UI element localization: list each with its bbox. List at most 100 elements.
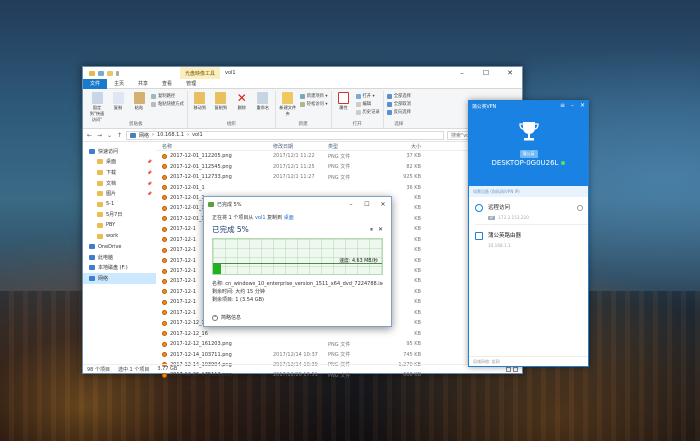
vpn-badge: 蒲公英 xyxy=(519,150,538,158)
properties-icon[interactable] xyxy=(98,70,104,76)
copy-details: 名称: cn_windows_10_enterprise_version_151… xyxy=(204,275,391,304)
tab-manage[interactable]: 管理 xyxy=(179,79,203,89)
copy-button[interactable]: 复制 xyxy=(109,92,127,111)
destination-link[interactable]: 桌面 xyxy=(284,215,294,221)
minimize-button[interactable]: – xyxy=(571,102,574,109)
sidebar-item[interactable]: 此电脑 xyxy=(83,252,156,263)
fewer-details-toggle[interactable]: ⌃ 简略信息 xyxy=(212,314,241,321)
delete-button[interactable]: ✕ 删除 xyxy=(233,92,251,111)
breadcrumb-folder[interactable]: vol1 xyxy=(192,132,203,138)
column-type[interactable]: 类型 xyxy=(328,143,383,150)
maximize-button[interactable]: ☐ xyxy=(359,201,375,208)
breadcrumb-host[interactable]: 10.168.1.1 xyxy=(157,132,184,138)
breadcrumb-network[interactable]: 网络 xyxy=(139,132,149,139)
sidebar-item[interactable]: OneDrive xyxy=(83,241,156,252)
close-button[interactable]: ✕ xyxy=(580,102,585,109)
back-arrow-icon[interactable]: ← xyxy=(86,132,93,139)
folder-icon xyxy=(97,191,103,197)
select-all-button[interactable]: 全部选择 xyxy=(386,93,411,99)
address-bar[interactable]: 网络 › 10.168.1.1 › vol1 xyxy=(126,130,444,140)
pause-button[interactable]: ⏸ xyxy=(370,226,373,234)
large-icons-view-icon[interactable] xyxy=(513,366,518,372)
pin-icon[interactable]: 📌 xyxy=(147,181,152,186)
new-folder-button[interactable]: 新建文件夹 xyxy=(279,92,297,117)
sidebar-item[interactable]: PBY xyxy=(83,220,156,231)
details-view-icon[interactable] xyxy=(506,366,511,372)
pin-quick-access-button[interactable]: 固定到"快速访问" xyxy=(88,92,106,123)
pin-icon[interactable]: 📌 xyxy=(147,170,152,175)
tab-file[interactable]: 文件 xyxy=(83,78,108,89)
minimize-button[interactable]: – xyxy=(343,201,359,208)
copy-percent: 已完成 5% xyxy=(212,225,249,234)
column-size[interactable]: 大小 xyxy=(383,143,421,150)
move-to-button[interactable]: 移动到 xyxy=(191,92,209,111)
sidebar-item[interactable]: 本地磁盘 (F:) xyxy=(83,263,156,274)
vpn-item-remote-access[interactable]: 远程访问 IP 172.3.153.220 xyxy=(469,197,588,224)
pin-icon[interactable]: 📌 xyxy=(147,191,152,196)
select-none-button[interactable]: 全部取消 xyxy=(386,101,411,107)
file-name-line: 名称: cn_windows_10_enterprise_version_151… xyxy=(212,281,383,287)
open-button[interactable]: 打开 ▾ xyxy=(355,93,380,99)
paste-shortcut-icon xyxy=(151,101,156,107)
minimize-button[interactable]: – xyxy=(450,67,474,79)
png-file-icon xyxy=(162,278,167,284)
sidebar-item[interactable]: 快速访问 xyxy=(83,146,156,157)
chevron-down-icon[interactable] xyxy=(116,70,119,76)
ribbon-tabs: 文件 主页 共享 查看 管理 xyxy=(83,78,522,89)
sidebar-item[interactable]: 下载 📌 xyxy=(83,167,156,178)
column-date[interactable]: 修改日期 xyxy=(273,143,328,150)
sidebar-item[interactable]: work xyxy=(83,231,156,242)
folder-icon xyxy=(97,180,103,186)
paste-shortcut-button[interactable]: 粘贴快捷方式 xyxy=(151,101,184,107)
source-link[interactable]: vol1 xyxy=(255,215,266,221)
cancel-button[interactable]: ✕ xyxy=(378,226,383,234)
vpn-item-router[interactable]: 蒲公英路由器 10.168.1.1 xyxy=(469,225,588,252)
toggle-icon[interactable] xyxy=(577,205,583,211)
folder-icon xyxy=(89,265,95,271)
sidebar-item[interactable]: 文档 📌 xyxy=(83,178,156,189)
new-folder-icon[interactable] xyxy=(107,70,113,76)
copy-to-button[interactable]: 复制到 xyxy=(212,92,230,111)
history-button[interactable]: 历史记录 xyxy=(355,109,380,115)
new-folder-icon xyxy=(282,92,294,104)
png-file-icon xyxy=(162,258,167,264)
edit-button[interactable]: 编辑 xyxy=(355,101,380,107)
transfer-speed-graph: 速度: 4.63 MB/秒 xyxy=(212,238,383,275)
column-name[interactable]: 名称 xyxy=(156,143,273,150)
copy-action-buttons: ⏸ ✕ xyxy=(370,226,383,234)
tab-home[interactable]: 主页 xyxy=(107,79,131,89)
sidebar-item[interactable]: 网络 xyxy=(83,273,156,284)
copy-percent-row: 已完成 5% ⏸ ✕ xyxy=(204,221,391,235)
properties-button[interactable]: 属性 xyxy=(335,92,353,111)
maximize-button[interactable]: ☐ xyxy=(474,67,498,79)
router-icon xyxy=(475,232,483,240)
rename-button[interactable]: 重命名 xyxy=(254,92,272,111)
recent-chevron-icon[interactable]: ⌄ xyxy=(106,132,113,139)
forward-arrow-icon[interactable]: → xyxy=(96,132,103,139)
ribbon-group-select: 全部选择 全部取消 反向选择 选择 xyxy=(384,91,414,128)
up-arrow-icon[interactable]: ↑ xyxy=(116,132,123,139)
vpn-footer: 局域网络: 组网 xyxy=(469,356,588,366)
address-bar-row: ← → ⌄ ↑ 网络 › 10.168.1.1 › vol1 搜索"vol1" … xyxy=(83,129,522,142)
sidebar-item[interactable]: 5月7日 xyxy=(83,210,156,221)
folder-icon xyxy=(97,212,103,218)
context-tab-disc-tools[interactable]: 光盘映像工具 xyxy=(180,67,221,79)
paste-button[interactable]: 粘贴 xyxy=(130,92,148,111)
tab-share[interactable]: 共享 xyxy=(131,79,155,89)
invert-selection-button[interactable]: 反向选择 xyxy=(386,109,411,115)
easy-access-button[interactable]: 轻松访问 ▾ xyxy=(299,101,328,107)
copy-path-button[interactable]: 复制路径 xyxy=(151,93,184,99)
close-button[interactable]: ✕ xyxy=(375,201,391,208)
easy-access-icon xyxy=(299,101,305,107)
sidebar-item[interactable]: 5-1 xyxy=(83,199,156,210)
new-small-buttons: 新建项目 ▾ 轻松访问 ▾ xyxy=(299,92,328,107)
selected-size: 3.77 GB xyxy=(157,366,178,372)
menu-icon[interactable]: ≡ xyxy=(560,102,565,109)
sidebar-item[interactable]: 桌面 📌 xyxy=(83,157,156,168)
close-button[interactable]: ✕ xyxy=(498,67,522,79)
pin-icon[interactable]: 📌 xyxy=(147,159,152,164)
tab-view[interactable]: 查看 xyxy=(155,79,179,89)
vpn-title: 蒲公英VPN xyxy=(472,105,497,110)
new-item-button[interactable]: 新建项目 ▾ xyxy=(299,93,328,99)
sidebar-item[interactable]: 图片 📌 xyxy=(83,188,156,199)
